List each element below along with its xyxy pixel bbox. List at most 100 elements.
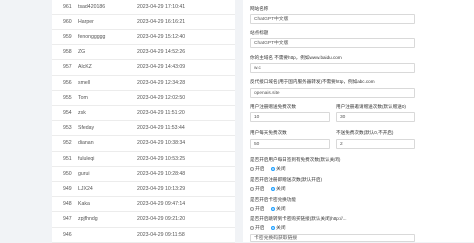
user-time: 2023-04-29 10:28:48 xyxy=(137,170,186,177)
user-time: 2023-04-29 12:02:50 xyxy=(137,94,186,101)
user-time: 2023-04-29 09:11:58 xyxy=(137,231,185,238)
card-toggle-label: 是否开启卡密兑换功能 xyxy=(250,197,296,202)
user-id: 953 xyxy=(63,125,72,132)
user-time: 2023-04-29 14:52:26 xyxy=(137,49,186,56)
user-name: fululeqi xyxy=(78,155,95,162)
card-link-toggle[interactable]: 开启 关闭 xyxy=(250,224,291,231)
site-name-label: 网站名称 xyxy=(250,6,269,11)
invite-label: 用户注册邀请赠送次数(默认赠送0) xyxy=(336,104,406,109)
signin-toggle[interactable]: 开启 关闭 xyxy=(250,165,291,172)
user-id: 951 xyxy=(63,155,72,162)
signin-toggle-label: 是否开启用户每日签到有免费次数(默认关闭) xyxy=(250,157,341,162)
user-name: tsad420186 xyxy=(78,3,106,10)
user-table-panel: 961 tsad420186 2023-04-29 17:10:41 960 Harpe… xyxy=(52,0,235,243)
user-name: gurui xyxy=(78,170,90,177)
user-name: AlcKZ xyxy=(78,64,92,71)
user-name: Kaka xyxy=(78,201,90,208)
table-row: 952 dianan 2023-04-29 10:38:34 xyxy=(52,137,235,152)
user-id: 949 xyxy=(63,185,72,192)
table-row: 960 Harper 2023-04-29 16:16:21 xyxy=(52,16,235,30)
user-time: 2023-04-29 16:16:21 xyxy=(137,18,186,25)
user-id: 955 xyxy=(63,94,72,101)
radio-off[interactable] xyxy=(270,166,275,171)
user-name: dianan xyxy=(78,140,94,147)
user-id: 961 xyxy=(63,3,72,10)
user-time: 2023-04-29 09:47:14 xyxy=(137,201,186,208)
table-row: 946 2023-04-29 09:11:58 xyxy=(52,229,235,243)
user-time: 2023-04-29 14:43:09 xyxy=(137,64,186,71)
user-name: Harper xyxy=(78,18,94,25)
card-toggle[interactable]: 开启 关闭 xyxy=(250,205,291,212)
user-id: 956 xyxy=(63,79,72,86)
table-row: 961 tsad420186 2023-04-29 17:10:41 xyxy=(52,1,235,15)
radio-on-label: 开启 xyxy=(255,187,265,192)
user-time: 2023-04-29 15:12:40 xyxy=(137,33,186,40)
radio-on-label: 开启 xyxy=(255,167,265,172)
user-name: zsk xyxy=(78,109,86,116)
user-name: ZG xyxy=(78,49,86,56)
radio-off-label: 关闭 xyxy=(275,187,286,192)
user-time: 2023-04-29 10:38:34 xyxy=(137,140,186,147)
site-title-label: 站点标题 xyxy=(250,30,269,35)
table-row: 956 smell 2023-04-29 12:34:28 xyxy=(52,77,235,91)
limit-input[interactable]: 2 xyxy=(336,139,415,149)
reg-free-label: 用户注册赠送免费次数 xyxy=(250,104,296,109)
table-row: 955 Tom 2023-04-29 12:02:50 xyxy=(52,92,235,106)
user-time: 2023-04-29 10:13:29 xyxy=(137,185,186,192)
radio-off-label: 关闭 xyxy=(275,207,286,212)
table-row: 950 gurui 2023-04-29 10:28:48 xyxy=(52,168,235,182)
radio-on[interactable] xyxy=(250,186,254,191)
api-domain-label: 反代接口域名(用于国内服务器转发)不需要http，例如abc.com xyxy=(250,79,375,84)
site-name-input[interactable]: ChatGPT中文版 xyxy=(250,14,415,24)
domain-input[interactable]: w.c xyxy=(250,63,415,73)
user-id: 947 xyxy=(63,216,72,223)
radio-off[interactable] xyxy=(270,206,275,211)
radio-on-label: 开启 xyxy=(255,226,265,231)
table-row: 957 AlcKZ 2023-04-29 14:43:09 xyxy=(52,61,235,76)
daily-free-label: 用户每天免费次数 xyxy=(250,130,287,135)
site-title-input[interactable]: ChatGPT中文版 xyxy=(250,38,415,48)
card-link-input[interactable]: 卡密兑换码获取链接 xyxy=(250,234,415,242)
radio-on-label: 开启 xyxy=(255,207,265,212)
user-id: 960 xyxy=(63,18,72,25)
card-link-toggle-label: 是否开启跳转到卡密购买链接(默认关闭)http://... xyxy=(250,216,347,221)
user-name: zpjfhndg xyxy=(78,216,98,223)
user-time: 2023-04-29 11:51:20 xyxy=(137,109,185,116)
invite-input[interactable]: 30 xyxy=(336,112,415,122)
radio-off[interactable] xyxy=(270,225,275,230)
radio-on[interactable] xyxy=(250,206,254,211)
user-time: 2023-04-29 12:34:28 xyxy=(137,79,186,86)
table-row: 959 fenonggggg 2023-04-29 15:12:40 xyxy=(52,31,235,46)
limit-label: 不送免费次数(默认0,不开启) xyxy=(336,130,394,135)
user-id: 957 xyxy=(63,64,72,71)
api-domain-input[interactable]: openais.site xyxy=(250,88,415,98)
user-name: Sfeday xyxy=(78,125,95,132)
reg-free-input[interactable]: 10 xyxy=(250,112,330,122)
user-id: 959 xyxy=(63,33,72,40)
table-row: 947 zpjfhndg 2023-04-29 09:21:20 xyxy=(52,213,235,228)
user-id: 950 xyxy=(63,170,72,177)
user-time: 2023-04-29 10:53:25 xyxy=(137,155,186,162)
daily-free-input[interactable]: 50 xyxy=(250,139,330,149)
radio-on[interactable] xyxy=(250,166,254,171)
user-id: 954 xyxy=(63,109,72,116)
table-row: 948 Kaka 2023-04-29 09:47:14 xyxy=(52,198,235,213)
user-id: 952 xyxy=(63,140,72,147)
user-name: Tom xyxy=(78,94,88,101)
reg-bonus-toggle[interactable]: 开启 关闭 xyxy=(250,185,291,192)
table-row: 949 LJX24 2023-04-29 10:13:29 xyxy=(52,183,235,198)
user-id: 946 xyxy=(63,231,72,238)
reg-bonus-toggle-label: 是否开启注册即赠送次数(默认开启) xyxy=(250,177,322,182)
table-row: 953 Sfeday 2023-04-29 11:53:44 xyxy=(52,122,235,137)
user-name: smell xyxy=(78,79,91,86)
user-time: 2023-04-29 11:53:44 xyxy=(137,125,185,132)
user-name: fenonggggg xyxy=(78,33,106,40)
radio-off-label: 关闭 xyxy=(275,226,286,231)
radio-off[interactable] xyxy=(270,186,275,191)
user-time: 2023-04-29 09:21:20 xyxy=(137,216,186,223)
domain-label: 你的主域名 不需要http，例如www.baidu.com xyxy=(250,55,342,60)
table-row: 954 zsk 2023-04-29 11:51:20 xyxy=(52,107,235,122)
radio-on[interactable] xyxy=(250,225,254,230)
table-row: 958 ZG 2023-04-29 14:52:26 xyxy=(52,46,235,61)
user-id: 948 xyxy=(63,201,72,208)
